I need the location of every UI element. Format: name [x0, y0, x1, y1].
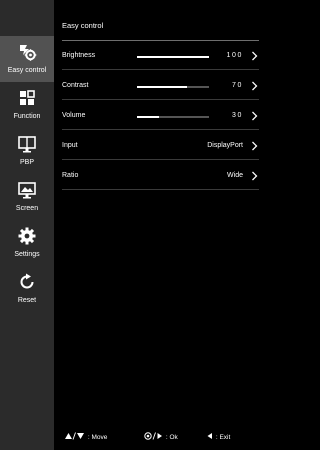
ok-hint: : Ok [144, 432, 178, 441]
key-hint-bar: : Move : Ok : Exit [54, 432, 259, 444]
gear-icon [18, 227, 36, 245]
setting-value: 70 [232, 82, 243, 89]
setting-row-contrast[interactable]: Contrast 70 [62, 72, 259, 100]
chevron-right-icon[interactable] [251, 171, 258, 181]
easy-control-icon [20, 45, 37, 61]
row-divider [62, 99, 259, 100]
sidebar-item-screen[interactable]: Screen [0, 174, 54, 220]
setting-row-volume[interactable]: Volume 30 [62, 102, 259, 130]
chevron-right-icon[interactable] [251, 111, 258, 121]
contrast-slider[interactable] [137, 86, 209, 88]
page-title: Easy control [62, 21, 104, 30]
setting-row-ratio[interactable]: Ratio Wide [62, 162, 259, 190]
chevron-right-icon[interactable] [251, 141, 258, 151]
function-grid-icon [20, 90, 35, 105]
main-panel: Easy control Brightness 100 Contrast 70 … [54, 0, 259, 450]
sidebar: Easy control Function PBP Screen Setting… [0, 0, 54, 450]
setting-value: 30 [232, 112, 243, 119]
setting-row-input[interactable]: Input DisplayPort [62, 132, 259, 160]
slider-fill [137, 86, 188, 88]
hint-separator: : [165, 434, 168, 441]
row-divider [62, 69, 259, 70]
brightness-slider[interactable] [137, 56, 209, 58]
ok-label: Ok [169, 434, 178, 441]
hint-separator: : [215, 434, 218, 441]
setting-label: Ratio [62, 172, 79, 179]
sidebar-item-pbp[interactable]: PBP [0, 128, 54, 174]
sidebar-item-label: Function [13, 113, 41, 120]
sidebar-item-easy-control[interactable]: Easy control [0, 36, 54, 82]
sidebar-item-label: Reset [17, 297, 37, 304]
setting-row-brightness[interactable]: Brightness 100 [62, 42, 259, 70]
sidebar-item-reset[interactable]: Reset [0, 266, 54, 312]
chevron-right-icon[interactable] [251, 81, 258, 91]
monitor-osd-menu: Easy control Function PBP Screen Setting… [0, 0, 259, 450]
ok-button-icon [144, 432, 162, 440]
setting-label: Input [62, 142, 78, 149]
row-divider [62, 129, 259, 130]
sidebar-item-label: Screen [15, 205, 39, 212]
slider-fill [137, 116, 159, 118]
chevron-right-icon[interactable] [251, 51, 258, 61]
hint-separator: : [87, 434, 90, 441]
sidebar-item-label: Settings [14, 251, 40, 258]
setting-label: Brightness [62, 52, 96, 59]
row-divider [62, 189, 259, 190]
move-label: Move [91, 434, 108, 441]
pbp-icon [18, 136, 36, 153]
setting-label: Contrast [62, 82, 89, 89]
reset-icon [20, 273, 34, 289]
slider-fill [137, 56, 209, 58]
setting-value: 100 [226, 52, 243, 59]
title-divider [62, 40, 259, 41]
left-arrow-icon [207, 433, 212, 439]
sidebar-item-settings[interactable]: Settings [0, 220, 54, 266]
setting-value: DisplayPort [207, 142, 243, 149]
up-down-arrow-icon [65, 432, 84, 440]
sidebar-item-label: Easy control [7, 67, 47, 74]
exit-hint: : Exit [206, 432, 230, 441]
setting-label: Volume [62, 112, 86, 119]
exit-label: Exit [219, 434, 231, 441]
move-hint: : Move [64, 432, 107, 441]
sidebar-item-label: PBP [19, 159, 34, 166]
setting-value: Wide [227, 172, 243, 179]
row-divider [62, 159, 259, 160]
sidebar-item-function[interactable]: Function [0, 82, 54, 128]
screen-icon [18, 182, 36, 199]
volume-slider[interactable] [137, 116, 209, 118]
